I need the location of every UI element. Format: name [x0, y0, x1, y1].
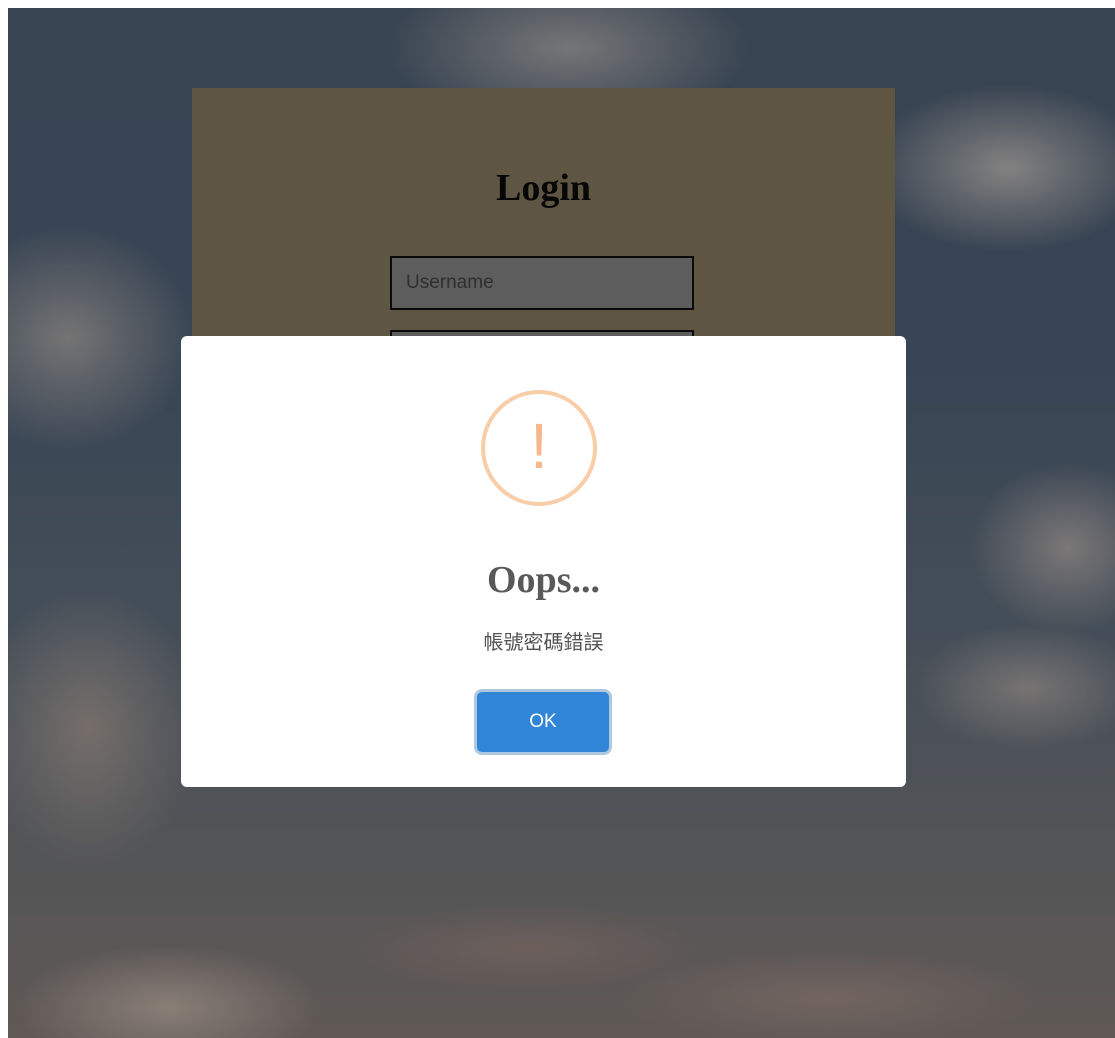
exclamation-mark: !	[530, 410, 548, 482]
page-background: Login ! Oops... 帳號密碼錯誤 OK	[8, 8, 1115, 1038]
ok-button[interactable]: OK	[477, 692, 609, 752]
dialog-message: 帳號密碼錯誤	[483, 630, 604, 654]
error-dialog: ! Oops... 帳號密碼錯誤 OK	[181, 336, 906, 787]
warning-icon: !	[481, 390, 597, 506]
dialog-title: Oops...	[487, 559, 600, 601]
